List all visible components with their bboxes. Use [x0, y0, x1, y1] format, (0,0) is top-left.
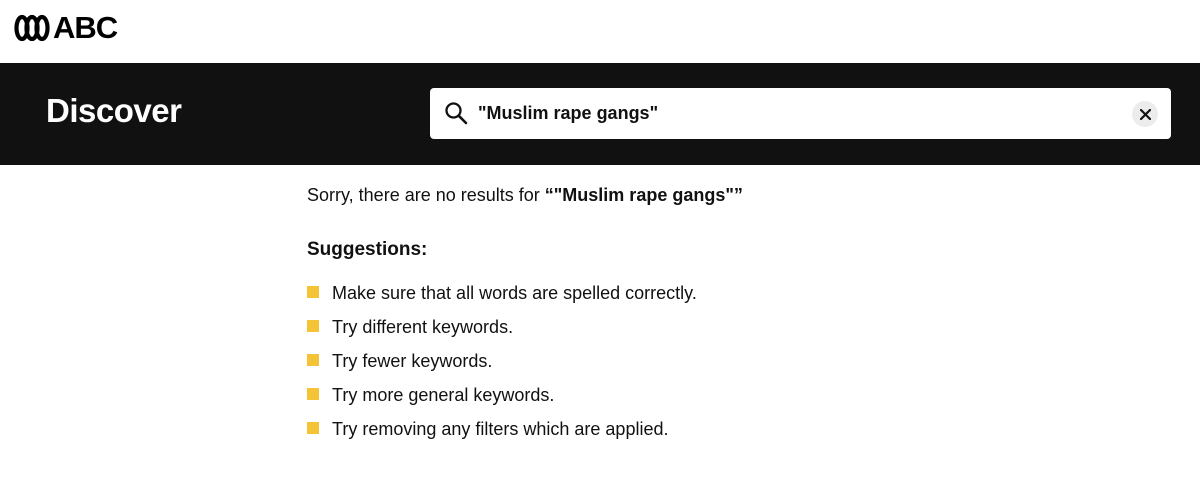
suggestion-text: Make sure that all words are spelled cor… [332, 283, 697, 303]
bullet-square-icon [307, 422, 319, 434]
no-results-prefix: Sorry, there are no results for [307, 185, 545, 205]
suggestion-item: Make sure that all words are spelled cor… [307, 280, 1107, 306]
suggestion-item: Try fewer keywords. [307, 348, 1107, 374]
suggestion-text: Try more general keywords. [332, 385, 555, 405]
logo-text: ABC [53, 10, 118, 45]
no-results-query: "Muslim rape gangs" [553, 185, 734, 205]
search-box [430, 88, 1171, 139]
suggestion-item: Try different keywords. [307, 314, 1107, 340]
close-icon [1139, 108, 1151, 120]
no-results-open-quote: “ [544, 185, 554, 205]
clear-search-button[interactable] [1132, 101, 1158, 127]
suggestion-text: Try fewer keywords. [332, 351, 493, 371]
abc-lissajous-logo-icon [14, 14, 50, 42]
search-results: Sorry, there are no results for “"Muslim… [307, 182, 1107, 450]
suggestion-text: Try different keywords. [332, 317, 514, 337]
abc-logo-link[interactable]: ABC [14, 10, 118, 45]
suggestions-list: Make sure that all words are spelled cor… [307, 280, 1107, 442]
suggestion-item: Try removing any filters which are appli… [307, 416, 1107, 442]
bullet-square-icon [307, 388, 319, 400]
discover-header: Discover [0, 63, 1200, 165]
suggestions-heading: Suggestions: [307, 239, 428, 260]
search-input[interactable] [478, 88, 1118, 139]
bullet-square-icon [307, 286, 319, 298]
search-icon[interactable] [444, 101, 468, 125]
suggestion-text: Try removing any filters which are appli… [332, 419, 669, 439]
top-bar: ABC [0, 0, 1200, 63]
page-title: Discover [46, 92, 182, 129]
no-results-close-quote: ” [733, 185, 743, 205]
bullet-square-icon [307, 320, 319, 332]
suggestion-item: Try more general keywords. [307, 382, 1107, 408]
no-results-message: Sorry, there are no results for “"Muslim… [307, 182, 1107, 208]
bullet-square-icon [307, 354, 319, 366]
